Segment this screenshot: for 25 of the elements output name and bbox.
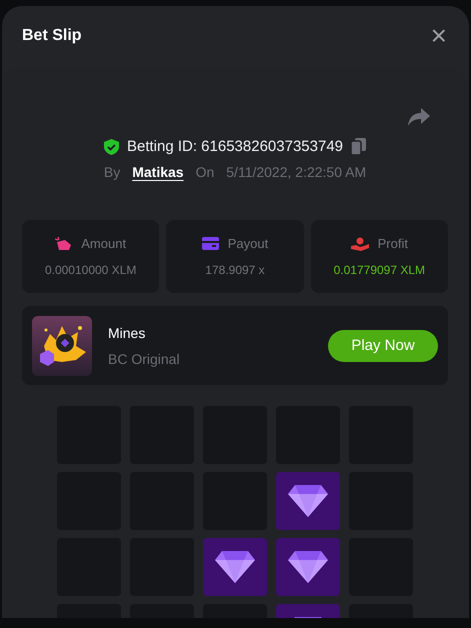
- user-link[interactable]: Matikas: [132, 164, 184, 180]
- betting-id: Betting ID: 61653826037353749: [126, 138, 344, 155]
- coins-icon: [55, 236, 72, 250]
- diamond-icon: [287, 550, 329, 584]
- close-button[interactable]: ×: [430, 22, 447, 50]
- hand-coin-icon: [350, 236, 369, 250]
- stat-label: Profit: [378, 236, 408, 251]
- play-now-button[interactable]: Play Now: [328, 330, 438, 362]
- stat-label: Payout: [228, 236, 268, 251]
- by-label: By: [104, 164, 120, 180]
- stat-label: Amount: [81, 236, 126, 251]
- game-name: Mines: [108, 324, 146, 340]
- stat-value: 178.9097 x: [205, 263, 265, 277]
- card-icon: [202, 237, 219, 250]
- copy-icon[interactable]: [351, 138, 366, 155]
- share-icon[interactable]: [408, 108, 430, 126]
- on-label: On: [196, 164, 214, 180]
- game-provider: BC Original: [108, 350, 181, 366]
- stat-value: 0.00010000 XLM: [44, 263, 136, 277]
- stat-value: 0.01779097 XLM: [334, 263, 426, 277]
- shield-check-icon: [104, 138, 119, 154]
- bet-date: 5/11/2022, 2:22:50 AM: [226, 164, 366, 180]
- window-title: Bet Slip: [22, 27, 82, 45]
- diamond-icon: [287, 484, 329, 518]
- diamond-icon: [214, 550, 256, 584]
